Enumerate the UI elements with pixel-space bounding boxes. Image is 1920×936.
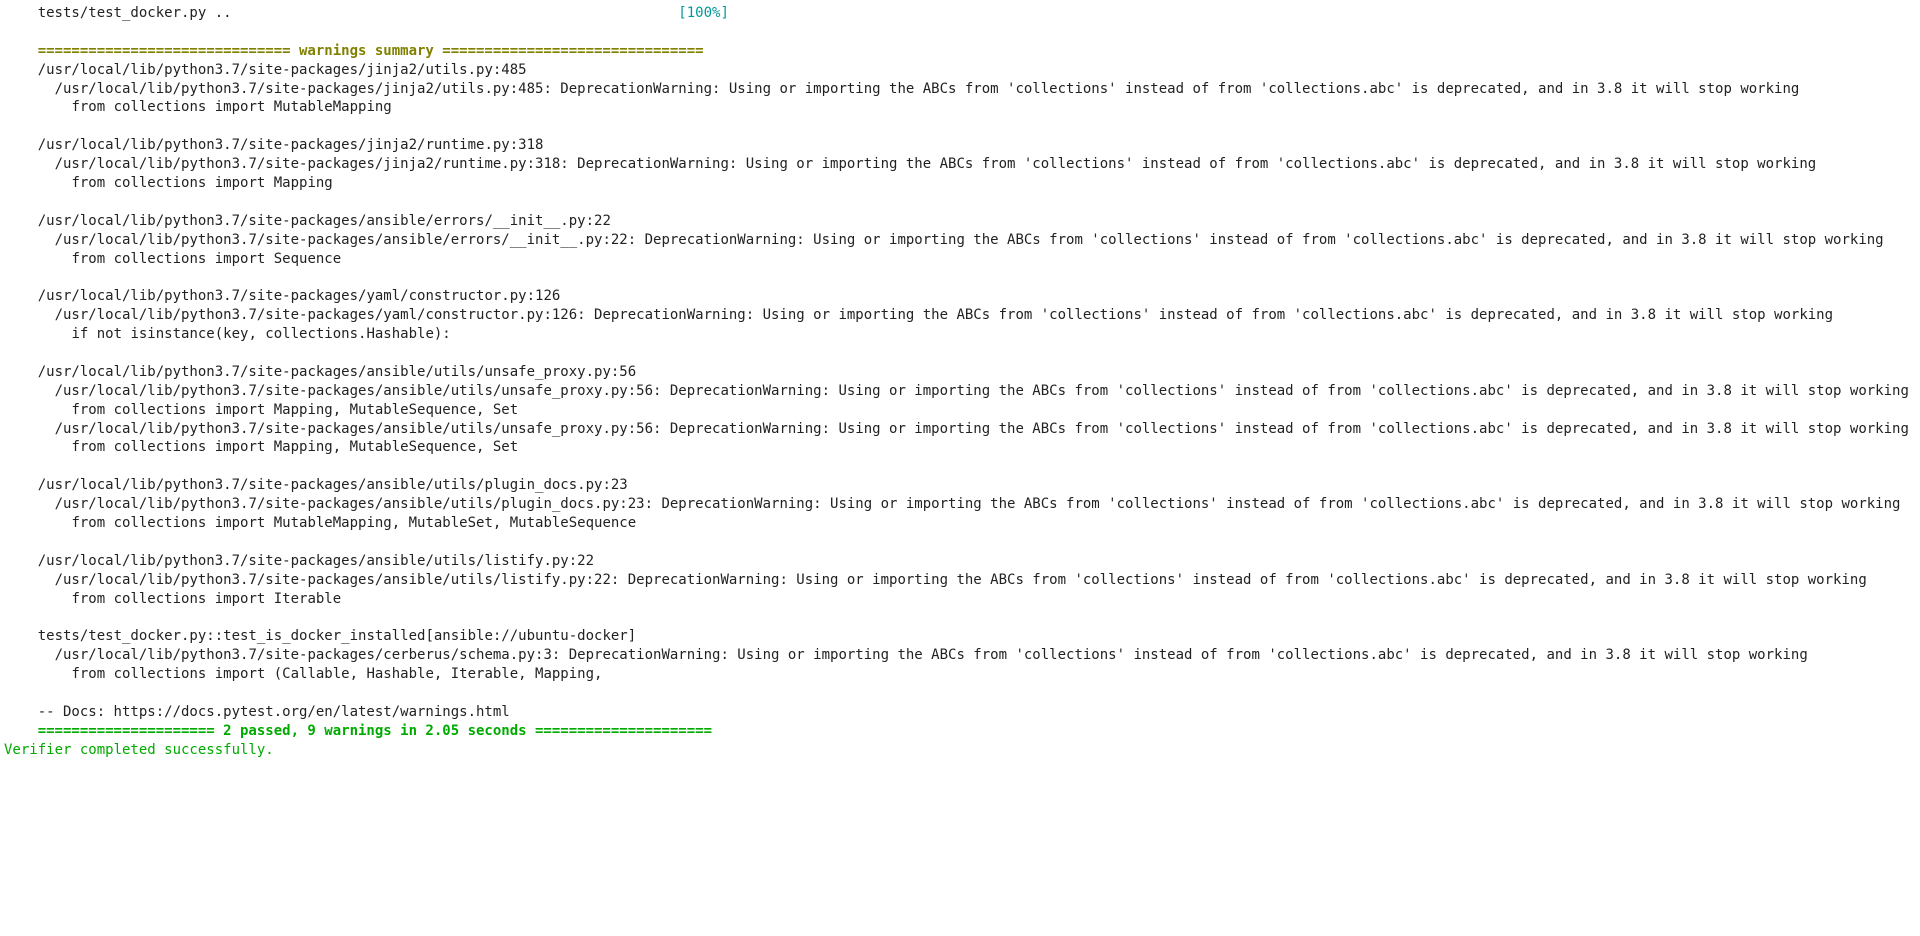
warning-body-line: from collections import Mapping, Mutable… — [4, 439, 518, 455]
warning-body-line: /usr/local/lib/python3.7/site-packages/j… — [4, 156, 1816, 172]
result-text: 2 passed, 9 warnings in 2.05 seconds — [223, 723, 526, 739]
warnings-container: /usr/local/lib/python3.7/site-packages/j… — [4, 62, 1909, 683]
warning-header: /usr/local/lib/python3.7/site-packages/y… — [4, 288, 560, 304]
warning-body-line: from collections import MutableMapping, … — [4, 515, 636, 531]
result-rule-left: ===================== — [38, 723, 223, 739]
progress-line: tests/test_docker.py .. [100%] — [4, 4, 1916, 23]
terminal-output[interactable]: tests/test_docker.py .. [100%] ==========… — [0, 0, 1920, 764]
warning-header: /usr/local/lib/python3.7/site-packages/a… — [4, 364, 636, 380]
warning-header: tests/test_docker.py::test_is_docker_ins… — [4, 628, 636, 644]
warning-body-line: /usr/local/lib/python3.7/site-packages/a… — [4, 383, 1909, 399]
result-line: ===================== 2 passed, 9 warnin… — [4, 723, 712, 739]
warning-body-line: /usr/local/lib/python3.7/site-packages/j… — [4, 81, 1799, 97]
warnings-summary-header: ============================== warnings … — [4, 43, 704, 59]
warning-body-line: /usr/local/lib/python3.7/site-packages/c… — [4, 647, 1808, 663]
warning-body-line: /usr/local/lib/python3.7/site-packages/a… — [4, 232, 1884, 248]
progress-percent: [100%] — [678, 5, 729, 21]
warning-header: /usr/local/lib/python3.7/site-packages/a… — [4, 213, 611, 229]
test-file-dots: tests/test_docker.py .. — [38, 5, 232, 21]
warning-body-line: from collections import MutableMapping — [4, 99, 392, 115]
warning-body-line: from collections import Iterable — [4, 591, 341, 607]
warning-body-line: from collections import (Callable, Hasha… — [4, 666, 602, 682]
header-title: warnings summary — [299, 43, 434, 59]
verifier-line: Verifier completed successfully. — [4, 742, 274, 758]
warning-body-line: from collections import Sequence — [4, 251, 341, 267]
warning-body-line: from collections import Mapping, Mutable… — [4, 402, 518, 418]
warning-header: /usr/local/lib/python3.7/site-packages/j… — [4, 137, 543, 153]
docs-link-line: -- Docs: https://docs.pytest.org/en/late… — [38, 704, 510, 720]
warning-body-line: /usr/local/lib/python3.7/site-packages/a… — [4, 496, 1900, 512]
header-rule-right: =============================== — [434, 43, 704, 59]
warning-body-line: if not isinstance(key, collections.Hasha… — [4, 326, 451, 342]
warning-body-line: from collections import Mapping — [4, 175, 333, 191]
warning-header: /usr/local/lib/python3.7/site-packages/j… — [4, 62, 527, 78]
header-rule-left: ============================== — [38, 43, 299, 59]
result-rule-right: ===================== — [527, 723, 712, 739]
warning-body-line: /usr/local/lib/python3.7/site-packages/a… — [4, 421, 1909, 437]
warning-header: /usr/local/lib/python3.7/site-packages/a… — [4, 477, 628, 493]
warning-header: /usr/local/lib/python3.7/site-packages/a… — [4, 553, 594, 569]
warning-body-line: /usr/local/lib/python3.7/site-packages/a… — [4, 572, 1867, 588]
warning-body-line: /usr/local/lib/python3.7/site-packages/y… — [4, 307, 1833, 323]
